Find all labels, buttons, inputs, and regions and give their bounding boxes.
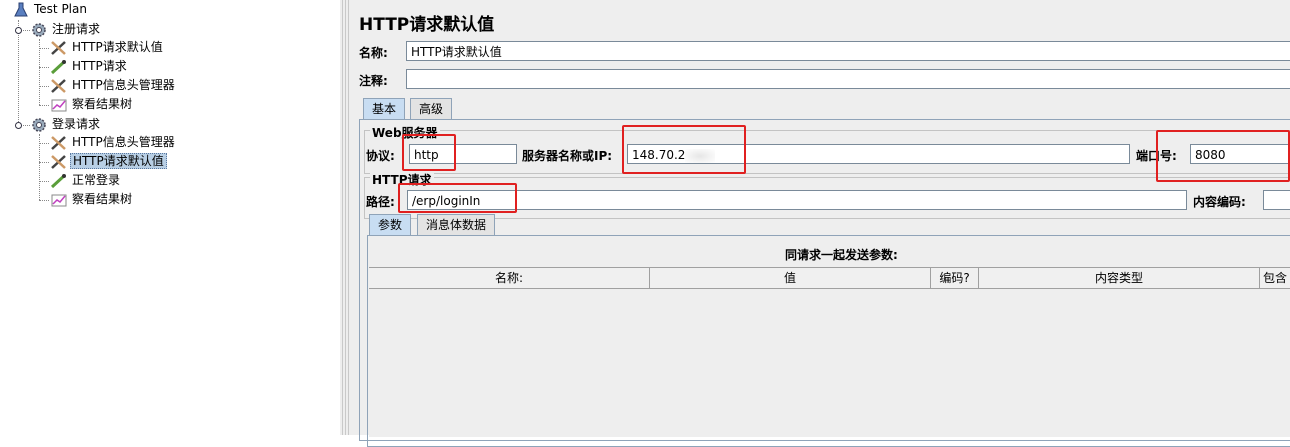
params-caption: 同请求一起发送参数: — [785, 248, 898, 262]
tree-root-test-plan[interactable]: Test Plan — [12, 0, 89, 19]
pipette-icon — [50, 173, 68, 189]
test-plan-icon — [12, 2, 30, 18]
tree-thread-group-register[interactable]: 注册请求 — [30, 20, 102, 39]
page-title: HTTP请求默认值 — [359, 15, 495, 35]
chart-icon — [50, 192, 68, 208]
tab-basic[interactable]: 基本 — [363, 98, 406, 119]
tree-item-http-request[interactable]: HTTP请求 — [50, 57, 129, 76]
encoding-field[interactable] — [1263, 190, 1290, 210]
pipette-icon — [50, 59, 68, 75]
column-header-encode[interactable]: 编码? — [931, 268, 979, 288]
tab-advanced[interactable]: 高级 — [410, 98, 453, 119]
wrench-icon — [50, 135, 68, 151]
gear-icon — [30, 22, 48, 38]
name-label: 名称: — [359, 46, 388, 60]
comment-field[interactable] — [406, 69, 1290, 89]
path-label: 路径: — [366, 195, 395, 209]
highlight-path — [398, 183, 517, 213]
column-header-name[interactable]: 名称: — [369, 268, 650, 288]
encoding-label: 内容编码: — [1193, 195, 1246, 209]
column-header-include[interactable]: 包含 — [1260, 268, 1290, 288]
tree-item-normal-login[interactable]: 正常登录 — [50, 171, 122, 190]
gear-icon — [30, 117, 48, 133]
tree-item-header-manager-2[interactable]: HTTP信息头管理器 — [50, 133, 177, 152]
panel-splitter[interactable] — [340, 0, 350, 435]
wrench-icon — [50, 40, 68, 56]
highlight-port — [1156, 130, 1290, 182]
wrench-icon — [50, 78, 68, 94]
highlight-protocol — [402, 134, 456, 171]
collapse-handle-group1[interactable] — [15, 27, 22, 34]
tree-thread-group-login[interactable]: 登录请求 — [30, 115, 102, 134]
tree-item-results-tree[interactable]: 察看结果树 — [50, 95, 134, 114]
highlight-server — [622, 125, 746, 174]
config-panel: HTTP请求默认值 名称: HTTP请求默认值 注释: 基本 高级 Web服务器… — [350, 0, 1290, 447]
tree-item-header-manager[interactable]: HTTP信息头管理器 — [50, 76, 177, 95]
column-header-content-type[interactable]: 内容类型 — [979, 268, 1260, 288]
comment-label: 注释: — [359, 74, 388, 88]
path-field[interactable]: /erp/loginIn — [407, 190, 1187, 210]
table-header: 名称: 值 编码? 内容类型 包含 — [369, 267, 1290, 289]
params-table[interactable]: 名称: 值 编码? 内容类型 包含 — [369, 267, 1290, 437]
tree-item-results-tree-2[interactable]: 察看结果树 — [50, 190, 134, 209]
tree-item-http-defaults[interactable]: HTTP请求默认值 — [50, 38, 165, 57]
tab-parameters[interactable]: 参数 — [369, 214, 412, 235]
tab-body-data[interactable]: 消息体数据 — [417, 214, 496, 235]
column-header-value[interactable]: 值 — [650, 268, 931, 288]
collapse-handle-group2[interactable] — [15, 122, 22, 129]
chart-icon — [50, 97, 68, 113]
server-label: 服务器名称或IP: — [522, 149, 613, 163]
protocol-label: 协议: — [366, 149, 395, 163]
name-field[interactable]: HTTP请求默认值 — [406, 41, 1290, 61]
tree-item-http-defaults-selected[interactable]: HTTP请求默认值 — [50, 152, 167, 171]
test-plan-tree[interactable]: Test Plan 注册请求 HTTP请求默认值 HTTP请求 HTTP信息头管… — [0, 0, 340, 435]
wrench-icon — [50, 154, 68, 170]
